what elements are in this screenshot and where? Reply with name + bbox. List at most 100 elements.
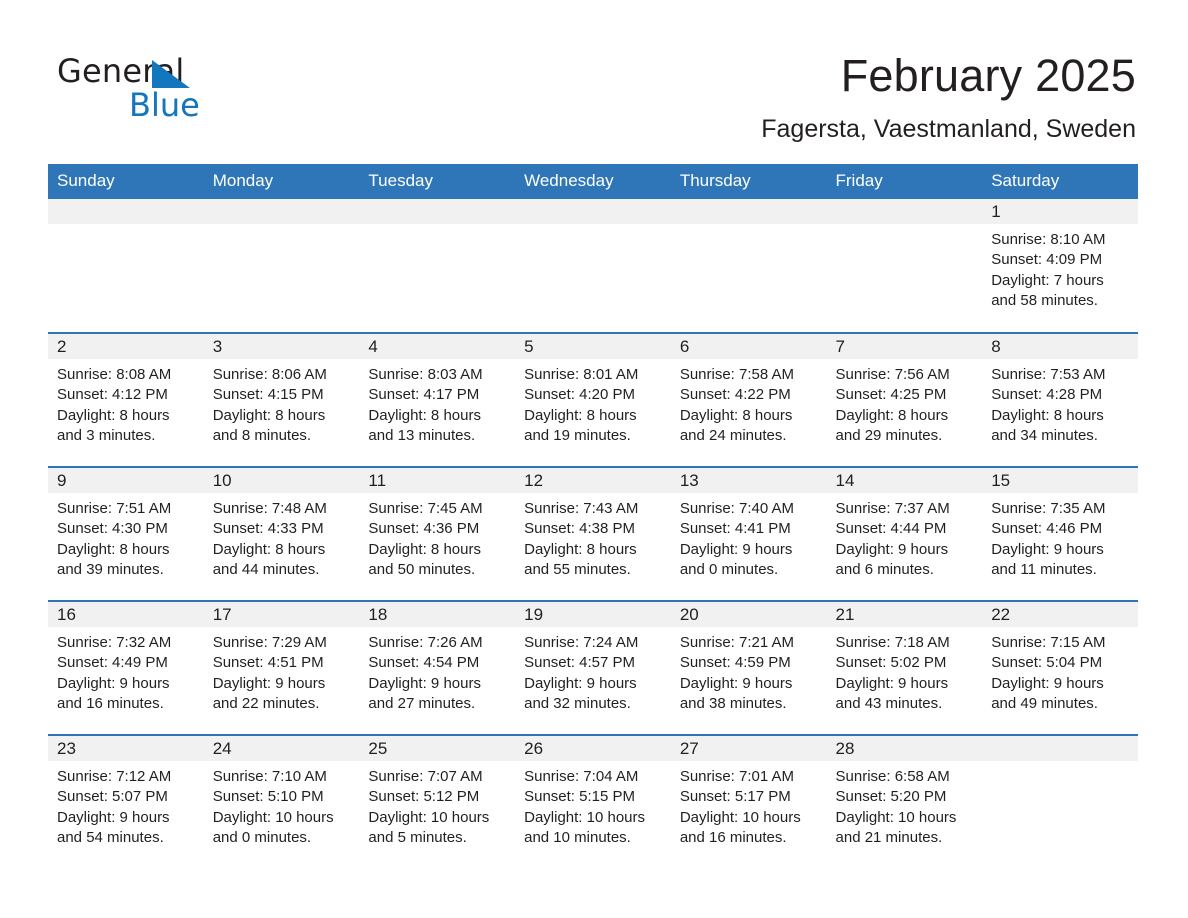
day-cell[interactable]: 11 Sunrise: 7:45 AM Sunset: 4:36 PM Dayligh…: [359, 466, 516, 601]
day-details: Sunrise: 7:29 AM Sunset: 4:51 PM Daylight:…: [204, 627, 360, 714]
day-detail-line: Sunrise: 7:26 AM: [368, 634, 483, 651]
day-cell[interactable]: 9 Sunrise: 7:51 AM Sunset: 4:30 PM Daylight…: [48, 466, 204, 601]
day-cell[interactable]: 4 Sunrise: 8:03 AM Sunset: 4:17 PM Daylight…: [359, 332, 516, 467]
day-detail-line: Sunrise: 7:07 AM: [368, 768, 483, 785]
day-detail-line: and 16 minutes.: [57, 694, 164, 712]
day-cell[interactable]: 22 Sunrise: 7:15 AM Sunset: 5:04 PM Dayligh…: [982, 600, 1138, 735]
day-details: Sunrise: 8:08 AM Sunset: 4:12 PM Daylight:…: [48, 359, 204, 446]
day-details: Sunrise: 7:58 AM Sunset: 4:22 PM Daylight:…: [671, 359, 827, 446]
calendar-page: General Blue February 2025 Fagersta, Vae…: [0, 0, 1188, 918]
day-number: [48, 199, 204, 224]
page-title: February 2025: [840, 50, 1136, 101]
day-cell[interactable]: 3 Sunrise: 8:06 AM Sunset: 4:15 PM Daylight…: [203, 332, 360, 467]
day-cell[interactable]: 13 Sunrise: 7:40 AM Sunset: 4:41 PM Dayligh…: [670, 466, 827, 601]
day-details: Sunrise: 7:40 AM Sunset: 4:41 PM Daylight:…: [671, 493, 827, 580]
day-cell[interactable]: 16 Sunrise: 7:32 AM Sunset: 4:49 PM Dayligh…: [48, 600, 204, 735]
day-number: [670, 199, 827, 224]
day-detail-line: Sunset: 4:36 PM: [368, 520, 480, 538]
day-detail-line: Sunrise: 7:32 AM: [57, 634, 172, 651]
day-number: 1: [982, 199, 1138, 224]
day-detail-line: Sunrise: 7:24 AM: [524, 634, 639, 651]
weekday-header-saturday: Saturday: [982, 164, 1138, 199]
day-cell-empty: [203, 199, 360, 333]
day-detail-line: Sunrise: 8:01 AM: [524, 366, 639, 383]
day-number: 13: [670, 468, 827, 493]
day-detail-line: and 8 minutes.: [212, 426, 312, 444]
day-cell[interactable]: 12 Sunrise: 7:43 AM Sunset: 4:38 PM Dayligh…: [515, 466, 671, 601]
day-number: 9: [48, 468, 204, 493]
day-number: [982, 736, 1138, 761]
day-detail-line: Daylight: 8 hours: [679, 406, 793, 424]
day-details: Sunrise: 7:35 AM Sunset: 4:46 PM Daylight:…: [982, 493, 1138, 580]
day-number: 26: [515, 736, 671, 761]
day-detail-line: and 16 minutes.: [679, 828, 787, 846]
day-detail-line: Daylight: 8 hours: [57, 406, 170, 424]
day-details: Sunrise: 7:53 AM Sunset: 4:28 PM Daylight:…: [982, 359, 1138, 446]
day-cell[interactable]: 5 Sunrise: 8:01 AM Sunset: 4:20 PM Daylight…: [515, 332, 671, 467]
day-number: 18: [359, 602, 516, 627]
day-cell[interactable]: 8 Sunrise: 7:53 AM Sunset: 4:28 PM Daylight…: [982, 332, 1138, 467]
day-cell[interactable]: 7 Sunrise: 7:56 AM Sunset: 4:25 PM Daylight…: [826, 332, 983, 467]
day-detail-line: Sunset: 4:44 PM: [835, 520, 947, 538]
day-cell[interactable]: 15 Sunrise: 7:35 AM Sunset: 4:46 PM Dayligh…: [982, 466, 1138, 601]
day-number: 24: [203, 736, 360, 761]
day-details: Sunrise: 7:10 AM Sunset: 5:10 PM Daylight:…: [204, 761, 360, 848]
day-detail-line: Sunrise: 8:08 AM: [57, 366, 172, 383]
day-detail-line: Sunset: 5:12 PM: [368, 788, 480, 806]
day-number: 15: [982, 468, 1138, 493]
day-cell-empty: [515, 199, 671, 333]
day-number: 25: [359, 736, 516, 761]
day-detail-line: Sunrise: 7:37 AM: [835, 500, 950, 517]
day-number: 11: [359, 468, 516, 493]
day-number: 2: [48, 334, 204, 359]
day-number: 28: [826, 736, 983, 761]
day-cell[interactable]: 20 Sunrise: 7:21 AM Sunset: 4:59 PM Dayligh…: [670, 600, 827, 735]
day-detail-line: Sunrise: 8:06 AM: [212, 366, 327, 383]
day-cell[interactable]: 18 Sunrise: 7:26 AM Sunset: 4:54 PM Dayligh…: [359, 600, 516, 735]
weekday-header: Sunday Monday Tuesday Wednesday Thursday Frid…: [48, 164, 1138, 199]
day-number: 10: [203, 468, 360, 493]
day-detail-line: and 22 minutes.: [212, 694, 320, 712]
day-cell[interactable]: 10 Sunrise: 7:48 AM Sunset: 4:33 PM Dayligh…: [203, 466, 360, 601]
day-cell[interactable]: 1 Sunrise: 8:10 AM Sunset: 4:09 PM Daylight…: [982, 199, 1138, 333]
day-detail-line: Sunrise: 7:01 AM: [679, 768, 795, 785]
day-cell[interactable]: 21 Sunrise: 7:18 AM Sunset: 5:02 PM Dayligh…: [826, 600, 983, 735]
day-detail-line: Sunrise: 7:45 AM: [368, 500, 483, 517]
day-detail-line: Daylight: 9 hours: [835, 674, 949, 692]
day-details: Sunrise: 7:01 AM Sunset: 5:17 PM Daylight:…: [671, 761, 827, 848]
day-cell[interactable]: 25 Sunrise: 7:07 AM Sunset: 5:12 PM Dayligh…: [359, 734, 516, 869]
day-cell[interactable]: 14 Sunrise: 7:37 AM Sunset: 4:44 PM Dayligh…: [826, 466, 983, 601]
day-cell[interactable]: 28 Sunrise: 6:58 AM Sunset: 5:20 PM Dayligh…: [826, 734, 983, 869]
calendar-week-row: 23 Sunrise: 7:12 AM Sunset: 5:07 PM Dayligh…: [48, 734, 1138, 869]
day-cell[interactable]: 2 Sunrise: 8:08 AM Sunset: 4:12 PM Daylight…: [48, 332, 204, 467]
day-number: 3: [203, 334, 360, 359]
day-cell[interactable]: 17 Sunrise: 7:29 AM Sunset: 4:51 PM Dayligh…: [203, 600, 360, 735]
day-details: Sunrise: 8:01 AM Sunset: 4:20 PM Daylight:…: [515, 359, 671, 446]
day-detail-line: and 58 minutes.: [991, 291, 1098, 309]
day-cell[interactable]: 26 Sunrise: 7:04 AM Sunset: 5:15 PM Dayligh…: [515, 734, 671, 869]
day-detail-line: Sunset: 4:49 PM: [57, 654, 168, 672]
day-detail-line: Daylight: 10 hours: [524, 808, 646, 826]
weekday-header-wednesday: Wednesday: [515, 164, 671, 199]
day-cell[interactable]: 23 Sunrise: 7:12 AM Sunset: 5:07 PM Dayligh…: [48, 734, 204, 869]
day-details: Sunrise: 8:03 AM Sunset: 4:17 PM Daylight:…: [359, 359, 515, 446]
day-cell[interactable]: 19 Sunrise: 7:24 AM Sunset: 4:57 PM Dayligh…: [515, 600, 671, 735]
day-detail-line: Sunset: 4:09 PM: [991, 251, 1103, 269]
day-detail-line: Sunrise: 7:53 AM: [991, 366, 1106, 383]
day-details: Sunrise: 7:07 AM Sunset: 5:12 PM Daylight:…: [359, 761, 515, 848]
day-detail-line: Daylight: 9 hours: [835, 540, 949, 558]
generalblue-logo[interactable]: General Blue: [57, 48, 287, 122]
day-detail-line: Sunset: 4:38 PM: [524, 520, 636, 538]
day-detail-line: and 10 minutes.: [524, 828, 631, 846]
day-detail-line: and 0 minutes.: [679, 560, 779, 578]
day-number: 20: [670, 602, 827, 627]
day-detail-line: and 21 minutes.: [835, 828, 943, 846]
day-cell[interactable]: 6 Sunrise: 7:58 AM Sunset: 4:22 PM Daylight…: [670, 332, 827, 467]
day-detail-line: Daylight: 8 hours: [835, 406, 949, 424]
day-cell[interactable]: 24 Sunrise: 7:10 AM Sunset: 5:10 PM Dayligh…: [203, 734, 360, 869]
day-detail-line: Sunset: 4:51 PM: [212, 654, 324, 672]
day-cell[interactable]: 27 Sunrise: 7:01 AM Sunset: 5:17 PM Dayligh…: [670, 734, 827, 869]
title-block: February 2025 Fagersta, Vaestmanland, Sw…: [761, 48, 1136, 146]
day-details: Sunrise: 7:18 AM Sunset: 5:02 PM Daylight:…: [827, 627, 983, 714]
day-detail-line: Sunset: 5:07 PM: [57, 788, 168, 806]
